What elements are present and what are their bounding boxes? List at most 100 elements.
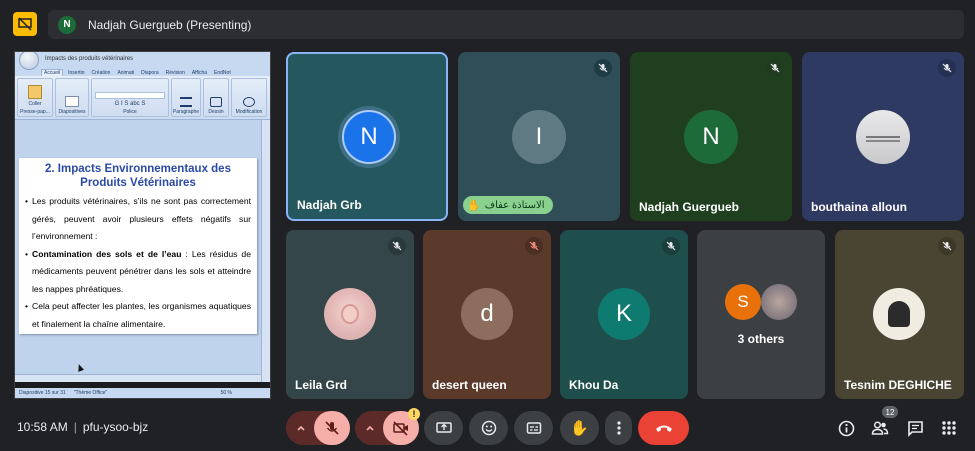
participant-avatar: d: [461, 288, 513, 340]
ppt-horizontal-scrollbar: [15, 374, 261, 382]
profile-photo-icon: [324, 288, 376, 340]
ppt-ribbon: Coller Presse-pap... Diapositives G I S …: [15, 76, 270, 120]
mic-off-icon: [766, 59, 784, 77]
ppt-group-label: Diapositives: [58, 109, 86, 115]
presenter-avatar: N: [58, 15, 76, 34]
participant-name: Nadjah Grb: [297, 198, 362, 212]
present-screen-button[interactable]: [424, 411, 463, 445]
camera-warning-badge: !: [408, 408, 420, 420]
participant-avatar: N: [342, 110, 396, 164]
people-icon: [871, 421, 889, 435]
participant-tile[interactable]: bouthaina alloun: [802, 52, 964, 221]
zoom-level: 50 %: [220, 390, 232, 396]
apps-grid-icon: [942, 421, 956, 435]
slide-bullet-text: Cela peut affecter les plantes, les orga…: [32, 301, 251, 329]
participant-tile[interactable]: I ✋ الاستاذة عفاف: [458, 52, 620, 221]
slide-bullet-text: Les produits vétérinaires, s’ils ne sont…: [32, 196, 251, 241]
participant-avatar: S: [725, 284, 761, 320]
ppt-tab: Révision: [165, 70, 185, 76]
clock-time: 10:58 AM: [17, 420, 68, 434]
photo-text-icon: [866, 136, 900, 138]
find-icon: [243, 97, 255, 107]
participant-avatar: N: [684, 110, 738, 164]
ppt-tab: EndNot: [214, 70, 231, 76]
slide-count: Diapositive 15 sur 31: [19, 390, 66, 396]
slide-bullet: Les produits vétérinaires, s’ils ne sont…: [25, 193, 251, 246]
ppt-group-label: Paragraphe: [172, 109, 200, 115]
camera-options-chevron-icon[interactable]: [359, 411, 381, 445]
slide-title: 2. Impacts Environnementaux des Produits…: [25, 162, 251, 190]
slide-bullet: Contamination des sols et de l’eau : Les…: [25, 246, 251, 299]
others-count-label: 3 others: [737, 332, 785, 346]
participant-name: Khou Da: [569, 378, 619, 392]
captions-icon: [526, 422, 541, 434]
more-vert-icon: [616, 421, 621, 435]
separator: |: [73, 420, 77, 434]
people-button[interactable]: [871, 419, 889, 437]
participant-count-badge: 12: [882, 406, 898, 418]
new-slide-icon: [65, 96, 79, 107]
mic-off-icon: [525, 237, 543, 255]
profile-photo-icon: [873, 288, 925, 340]
mic-options-chevron-icon[interactable]: [290, 411, 312, 445]
ppt-group-editing: Modification: [231, 78, 267, 117]
ppt-title-bar: Impacts des produits vétérinaires: [15, 52, 270, 66]
paste-icon: [28, 85, 42, 99]
participant-name: bouthaina alloun: [811, 200, 907, 214]
mic-toggle-button[interactable]: [314, 411, 350, 445]
ppt-ribbon-tabs: Accueil Insertio Création Animati Diapor…: [15, 66, 270, 76]
participant-tile[interactable]: K Khou Da: [560, 230, 688, 399]
others-tile[interactable]: S 3 others: [697, 230, 825, 399]
participant-tile[interactable]: Tesnim DEGHICHE: [835, 230, 964, 399]
raise-hand-button[interactable]: ✋: [560, 411, 599, 445]
ppt-group-slides: Diapositives: [55, 78, 89, 117]
font-name-field: [95, 92, 165, 99]
ppt-tab: Diapora: [141, 70, 159, 76]
participant-tile[interactable]: N Nadjah Grb: [286, 52, 448, 221]
paragraph-icon: [180, 97, 192, 107]
participant-tile[interactable]: Leila Grd: [286, 230, 414, 399]
slide-bullets: Les produits vétérinaires, s’ils ne sont…: [25, 193, 251, 333]
shared-screen[interactable]: Impacts des produits vétérinaires Accuei…: [14, 51, 271, 399]
slide-title-line: 2. Impacts Environnementaux des: [45, 163, 231, 175]
office-button-icon: [19, 52, 39, 70]
presentation-icon[interactable]: [13, 12, 37, 36]
ppt-tab: Animati: [117, 70, 135, 76]
slide-title-line: Produits Vétérinaires: [80, 177, 196, 189]
ppt-tab: Afficha: [191, 70, 208, 76]
participant-tile[interactable]: N Nadjah Guergueb: [630, 52, 792, 221]
mic-off-icon: [662, 237, 680, 255]
leave-call-button[interactable]: [638, 411, 689, 445]
participant-avatar: I: [512, 110, 566, 164]
ppt-vertical-scrollbar: [261, 120, 270, 382]
captions-button[interactable]: [514, 411, 553, 445]
meeting-info-button[interactable]: [837, 419, 855, 437]
more-options-button[interactable]: [605, 411, 632, 445]
mic-off-icon: [938, 237, 956, 255]
theme-name: "Thème Office": [73, 390, 108, 396]
reactions-button[interactable]: [469, 411, 508, 445]
participant-name: Tesnim DEGHICHE: [844, 378, 952, 392]
raised-hand-icon: ✋: [467, 199, 481, 212]
ppt-tab: Insertio: [68, 70, 85, 76]
ppt-window-title: Impacts des produits vétérinaires: [45, 56, 134, 62]
emoji-icon: [481, 420, 496, 436]
slide-bullet: Cela peut affecter les plantes, les orga…: [25, 298, 251, 333]
ppt-group-label: Coller: [28, 101, 42, 107]
activities-button[interactable]: [940, 419, 958, 437]
raised-hand-badge: ✋ الاستاذة عفاف: [463, 196, 553, 214]
ppt-status-bar: Diapositive 15 sur 31 "Thème Office" 50 …: [15, 388, 270, 398]
ppt-group-clipboard: Coller Presse-pap...: [17, 78, 53, 117]
ppt-group-label: Police: [123, 109, 137, 115]
participant-avatar: K: [598, 288, 650, 340]
mic-off-icon: [594, 59, 612, 77]
ppt-canvas: 2. Impacts Environnementaux des Produits…: [15, 120, 261, 382]
participant-name: desert queen: [432, 378, 507, 392]
chat-button[interactable]: [906, 419, 924, 437]
participant-tile[interactable]: d desert queen: [423, 230, 551, 399]
presenting-label: Nadjah Guergueb (Presenting): [88, 17, 252, 32]
participant-name: Nadjah Guergueb: [639, 200, 740, 214]
ppt-tab: Création: [91, 70, 111, 76]
presenting-banner[interactable]: N Nadjah Guergueb (Presenting): [48, 10, 964, 39]
ppt-group-label: Modification: [235, 109, 263, 115]
